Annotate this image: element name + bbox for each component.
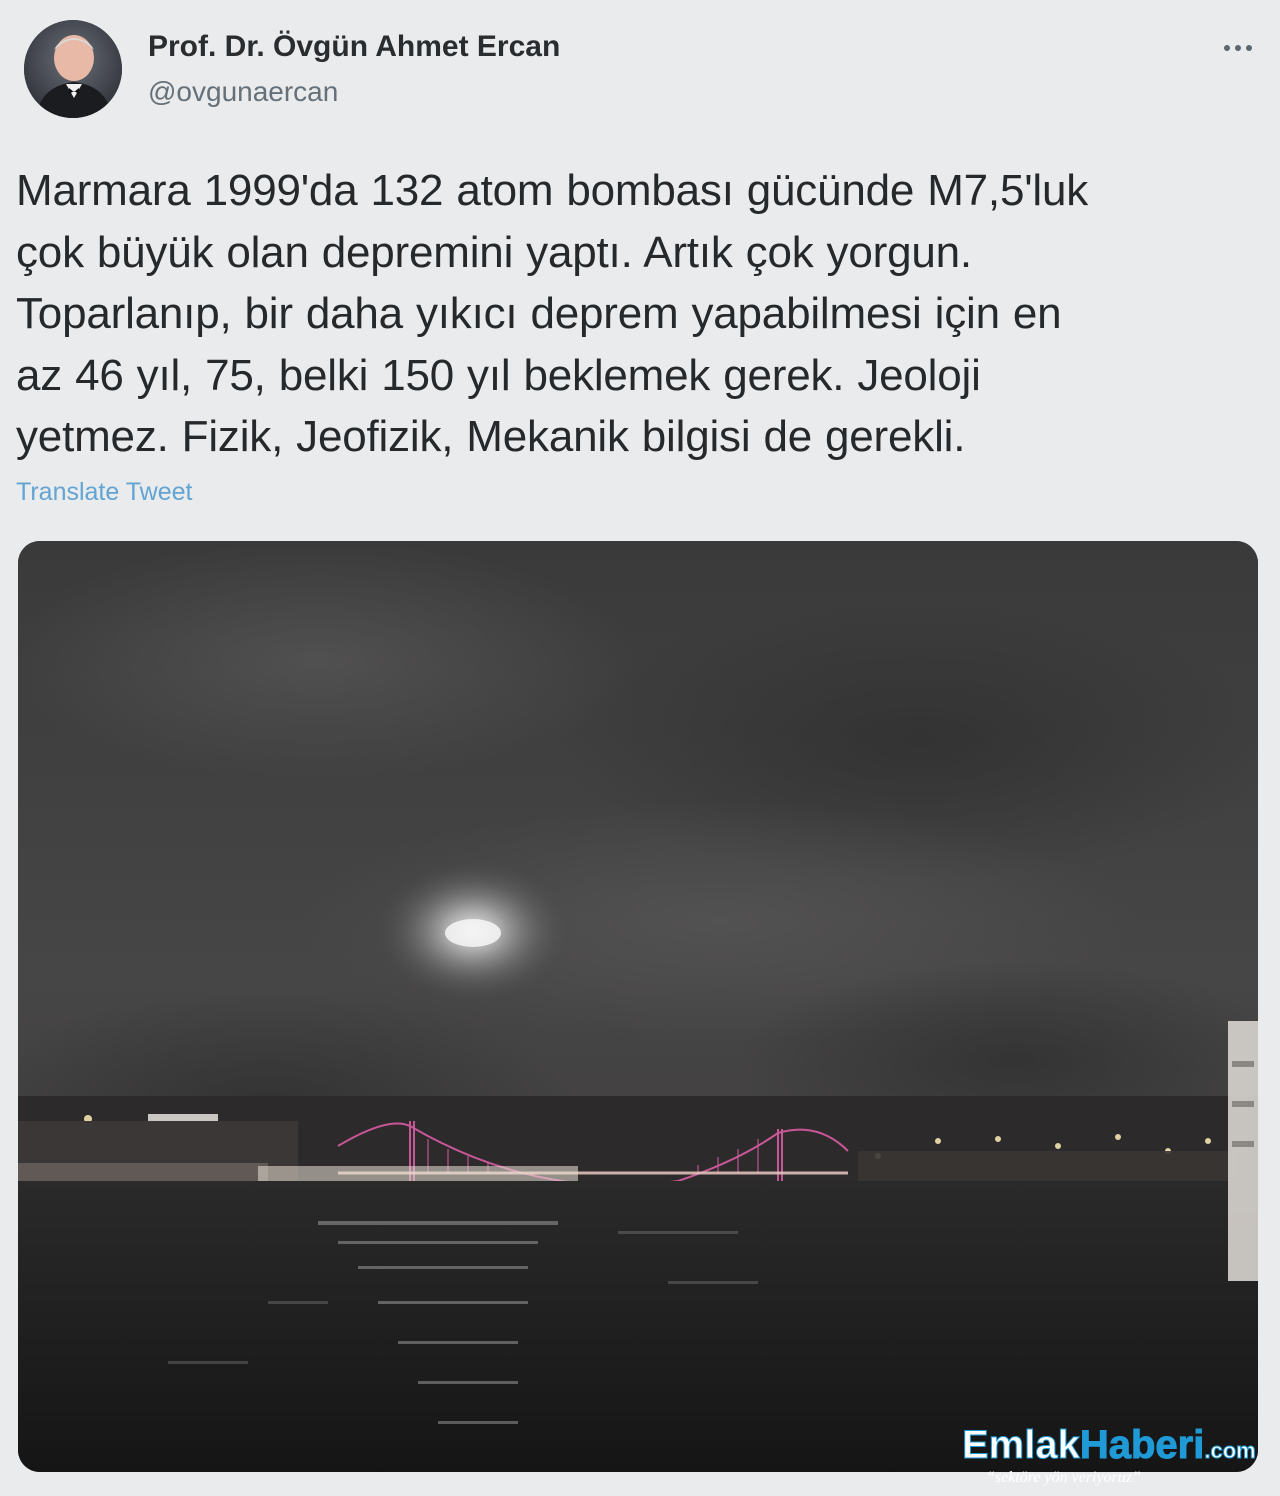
author-display-name[interactable]: Prof. Dr. Övgün Ahmet Ercan (148, 30, 560, 64)
tweet-text-line: çok büyük olan depremini yaptı. Artık ço… (16, 227, 972, 277)
tweet-text-line: yetmez. Fizik, Jeofizik, Mekanik bilgisi… (16, 412, 966, 461)
watermark-brand-emlak: Emlak (962, 1423, 1081, 1467)
more-horizontal-icon (1246, 45, 1252, 51)
more-horizontal-icon (1224, 45, 1230, 51)
emlakhaberi-watermark-logo: EmlakHaberi.com “sektöre yön veriyoruz” (962, 1420, 1272, 1487)
more-options-button[interactable] (1212, 30, 1264, 66)
author-handle[interactable]: @ovgunaercan (148, 76, 338, 108)
watermark-slogan: “sektöre yön veriyoruz” (986, 1469, 1141, 1486)
tweet-text: Marmara 1999'da 132 atom bombası gücünde… (16, 160, 1264, 468)
author-avatar[interactable] (24, 20, 122, 118)
tweet-media-photo[interactable] (18, 541, 1258, 1472)
translate-tweet-link[interactable]: Translate Tweet (16, 478, 192, 507)
watermark-brand-haberi: Haberi (1080, 1423, 1205, 1467)
watermark-brand-domain: .com (1204, 1438, 1255, 1463)
tweet-text-line: Toparlanıp, bir daha yıkıcı deprem yapab… (16, 289, 1062, 338)
tweet-text-line: az 46 yıl, 75, belki 150 yıl beklemek ge… (16, 350, 981, 400)
more-horizontal-icon (1235, 45, 1241, 51)
svg-text:EmlakHaberi.com: EmlakHaberi.com (962, 1423, 1256, 1467)
tweet-text-line: Marmara 1999'da 132 atom bombası gücünde… (16, 166, 1089, 215)
